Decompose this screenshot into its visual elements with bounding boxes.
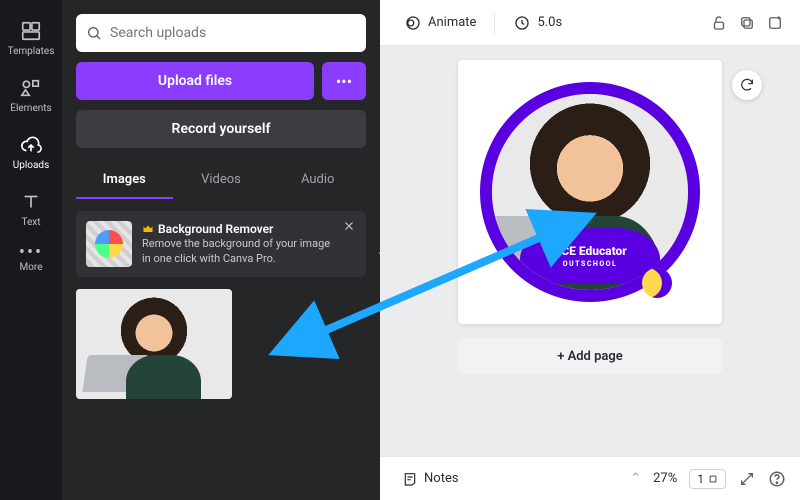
zoom-level[interactable]: 27% — [653, 471, 677, 486]
page-wrap: ACE Educator OUTSCHOOL — [458, 60, 722, 324]
tab-audio[interactable]: Audio — [269, 162, 366, 199]
duration-label: 5.0s — [537, 15, 562, 30]
design-page[interactable]: ACE Educator OUTSCHOOL — [458, 60, 722, 324]
expand-icon — [739, 471, 755, 487]
tab-videos[interactable]: Videos — [173, 162, 270, 199]
moon-shape[interactable] — [642, 268, 672, 298]
add-page-button[interactable]: + Add page — [458, 338, 722, 374]
promo-close-button[interactable] — [342, 219, 358, 235]
zoom-toggle[interactable]: ⌃ — [630, 471, 641, 486]
badge-title: ACE Educator — [553, 244, 627, 258]
rail-label: More — [19, 262, 42, 273]
rail-label: Text — [21, 217, 40, 228]
help-icon — [768, 470, 786, 488]
rail-more[interactable]: ••• More — [0, 238, 62, 283]
divider — [494, 12, 495, 34]
clock-icon — [513, 14, 531, 32]
media-tabs: Images Videos Audio — [76, 162, 366, 199]
page-indicator[interactable]: 1 — [689, 469, 726, 489]
notes-button[interactable]: Notes — [394, 465, 467, 493]
context-toolbar: Animate 5.0s — [380, 0, 800, 46]
rail-label: Templates — [8, 46, 55, 57]
record-yourself-button[interactable]: Record yourself — [76, 110, 366, 148]
upload-thumbnail[interactable] — [76, 289, 232, 399]
animate-button[interactable]: Animate — [396, 8, 484, 38]
animate-icon — [404, 14, 422, 32]
promo-thumb-icon — [86, 221, 132, 267]
more-icon: ••• — [19, 248, 43, 258]
notes-label: Notes — [424, 471, 459, 486]
crown-icon — [142, 223, 154, 235]
rail-elements[interactable]: Elements — [0, 67, 62, 124]
duration-button[interactable]: 5.0s — [505, 8, 570, 38]
text-icon — [20, 191, 42, 213]
portrait-illustration — [76, 289, 232, 399]
badge-subtitle: OUTSCHOOL — [563, 260, 618, 268]
dots-icon: ••• — [336, 72, 352, 91]
promo-desc: Remove the background of your image in o… — [142, 237, 336, 267]
templates-icon — [20, 20, 42, 42]
close-icon — [342, 219, 356, 233]
search-input[interactable] — [110, 25, 356, 41]
educator-badge[interactable]: ACE Educator OUTSCHOOL — [520, 228, 660, 284]
search-icon — [86, 25, 102, 41]
page-number: 1 — [697, 472, 704, 486]
cloud-upload-icon — [20, 134, 42, 156]
animate-label: Animate — [428, 15, 476, 30]
unlock-button[interactable] — [710, 14, 728, 32]
uploads-panel: Upload files ••• Record yourself Images … — [62, 0, 380, 500]
profile-ring[interactable]: ACE Educator OUTSCHOOL — [480, 82, 700, 302]
add-page-icon — [766, 14, 784, 32]
left-rail: Templates Elements Uploads Text ••• More — [0, 0, 62, 500]
rail-uploads[interactable]: Uploads — [0, 124, 62, 181]
background-remover-promo[interactable]: Background Remover Remove the background… — [76, 211, 366, 277]
rail-text[interactable]: Text — [0, 181, 62, 238]
promo-title-text: Background Remover — [158, 221, 273, 237]
editor-stage: Animate 5.0s — [380, 0, 800, 500]
add-page-top-button[interactable] — [766, 14, 784, 32]
tab-images[interactable]: Images — [76, 162, 173, 199]
fullscreen-button[interactable] — [738, 470, 756, 488]
lock-open-icon — [710, 14, 728, 32]
help-button[interactable] — [768, 470, 786, 488]
duplicate-icon — [738, 14, 756, 32]
duplicate-page-button[interactable] — [738, 14, 756, 32]
upload-files-button[interactable]: Upload files — [76, 62, 314, 100]
promo-body: Background Remover Remove the background… — [142, 221, 336, 267]
pages-icon — [708, 474, 718, 484]
rail-label: Elements — [10, 103, 51, 114]
rail-label: Uploads — [13, 160, 49, 171]
notes-icon — [402, 471, 418, 487]
elements-icon — [20, 77, 42, 99]
rail-templates[interactable]: Templates — [0, 10, 62, 67]
sparkle-cycle-icon — [739, 77, 755, 93]
canvas-area[interactable]: ACE Educator OUTSCHOOL + Add page — [380, 46, 800, 456]
editor-footer: Notes ⌃ 27% 1 — [380, 456, 800, 500]
uploads-grid — [76, 289, 366, 399]
upload-more-button[interactable]: ••• — [322, 62, 366, 100]
search-input-wrap[interactable] — [76, 14, 366, 52]
magic-recompose-button[interactable] — [732, 70, 762, 100]
